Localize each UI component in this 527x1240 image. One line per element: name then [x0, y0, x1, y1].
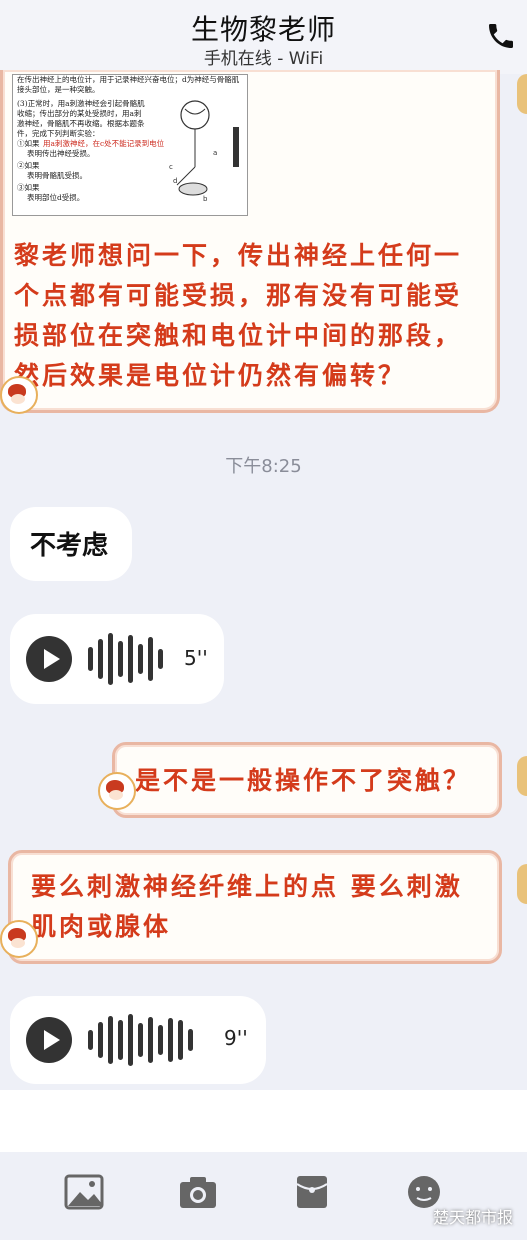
image-line: ③如果	[17, 183, 40, 192]
phone-call-icon[interactable]	[485, 20, 517, 52]
sent-text: 是不是一般操作不了突触？	[135, 766, 472, 795]
red-packet-icon[interactable]	[292, 1174, 332, 1210]
reply-text: 不考虑	[30, 531, 109, 561]
voice-duration: 9''	[224, 1026, 248, 1050]
sent-text: 要么刺激神经纤维上的点 要么刺激肌肉或腺体	[31, 872, 463, 941]
svg-text:a: a	[213, 149, 217, 157]
image-line: 激神经，骨骼肌不再收缩。根据本题条	[17, 119, 145, 128]
avatar-edge	[517, 756, 527, 796]
image-line: ①如果	[17, 139, 40, 148]
image-line: (3)正常时，用a刺激神经会引起骨骼肌	[17, 99, 145, 108]
sent-message-bubble[interactable]: 是不是一般操作不了突触？	[112, 742, 502, 818]
contact-name[interactable]: 生物黎老师	[0, 8, 527, 48]
received-text-bubble[interactable]: 不考虑	[10, 507, 132, 581]
svg-text:d: d	[173, 177, 177, 185]
image-red-line: 用a刺激神经，在c处不能记录到电位	[43, 139, 165, 148]
image-line: 表明骨骼肌受损。	[27, 171, 87, 180]
contact-status: 手机在线 - WiFi	[203, 49, 324, 69]
avatar-sticker	[98, 772, 136, 810]
sent-message-bubble[interactable]: 要么刺激神经纤维上的点 要么刺激肌肉或腺体	[8, 850, 502, 964]
watermark-text: 楚天都市报	[432, 1208, 513, 1227]
image-line: 收缩；传出部分的某处受损时，用a刺	[17, 109, 142, 118]
play-icon[interactable]	[26, 636, 72, 682]
avatar-sticker	[0, 376, 38, 414]
voice-duration: 5''	[184, 646, 208, 670]
image-line: 表明部位d受损。	[27, 193, 85, 202]
message-input[interactable]	[0, 1090, 527, 1152]
play-icon[interactable]	[26, 1017, 72, 1063]
image-line: 件，完成下列判断实验：	[17, 129, 100, 138]
avatar-edge	[517, 74, 527, 114]
avatar-sticker	[0, 920, 38, 958]
waveform-icon	[88, 1010, 193, 1070]
question-image[interactable]: 在传出神经上的电位计，用于记录神经兴奋电位；d为神经与骨骼肌 接头部位，是一种突…	[12, 74, 248, 216]
question-text: 黎老师想问一下，传出神经上任何一个点都有可能受损，那有没有可能受损部位在突触和电…	[14, 241, 463, 390]
voice-message-bubble[interactable]: 5''	[10, 614, 224, 704]
image-line: 表明传出神经受损。	[27, 149, 95, 158]
timestamp: 下午8:25	[225, 456, 302, 477]
image-line: 在传出神经上的电位计，用于记录神经兴奋电位；d为神经与骨骼肌	[17, 75, 240, 84]
svg-text:c: c	[169, 163, 173, 171]
camera-icon[interactable]	[178, 1174, 218, 1210]
image-icon[interactable]	[64, 1174, 104, 1210]
neuron-diagram: c d b a	[169, 100, 239, 203]
image-line: 接头部位，是一种突触。	[17, 85, 100, 94]
svg-text:b: b	[203, 195, 208, 203]
avatar-edge	[517, 864, 527, 904]
voice-message-bubble[interactable]: 9''	[10, 996, 266, 1084]
chat-header: 生物黎老师 手机在线 - WiFi	[0, 0, 527, 74]
waveform-icon	[88, 629, 163, 689]
image-line: ②如果	[17, 161, 40, 170]
